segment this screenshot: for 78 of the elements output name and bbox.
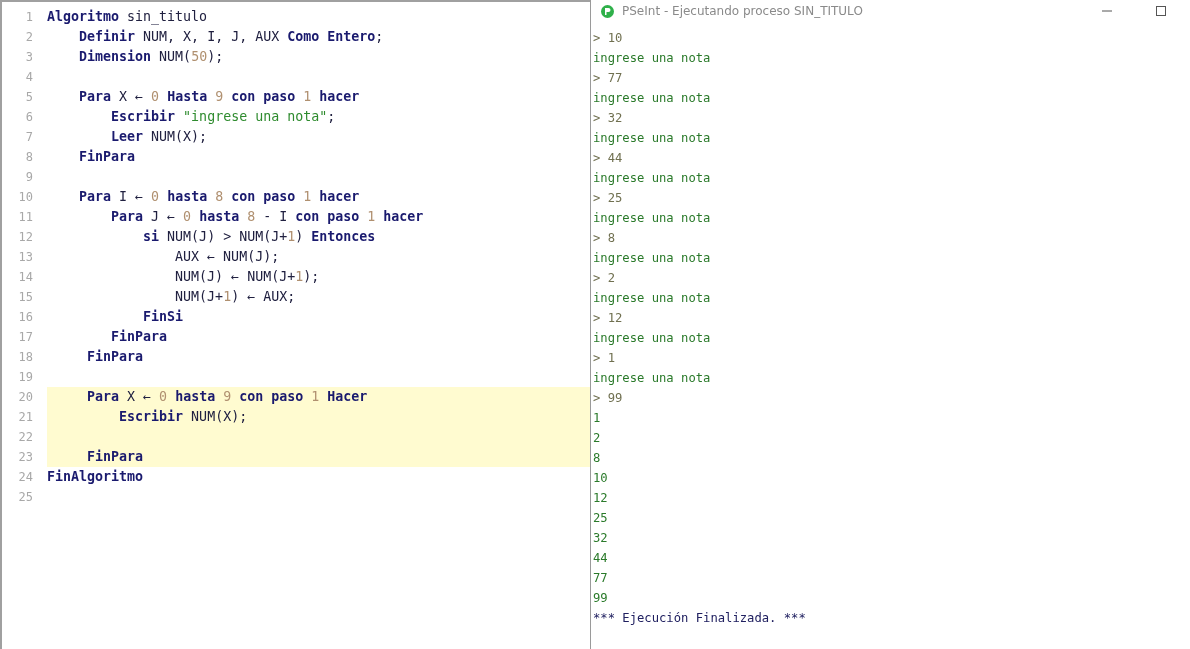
- input-echo: > 77: [593, 71, 623, 85]
- line-number: 15: [17, 290, 34, 304]
- code-line: Escribir NUM(X);: [118, 408, 248, 426]
- line-number: 19: [17, 370, 34, 384]
- line-number: 9: [24, 170, 34, 184]
- input-echo: > 10: [593, 31, 623, 45]
- line-number: 18: [17, 350, 34, 364]
- code-line: Para X ← 0 hasta 9 con paso 1 Hacer: [86, 388, 368, 406]
- output-line: ingrese una nota: [593, 371, 711, 385]
- line-number: 2: [24, 30, 34, 44]
- input-echo: > 99: [593, 391, 623, 405]
- code-line: FinPara: [110, 328, 168, 346]
- line-number: 25: [17, 490, 34, 504]
- code-line: FinAlgoritmo: [47, 468, 144, 486]
- code-line: Leer NUM(X);: [110, 128, 208, 146]
- code-line: si NUM(J) > NUM(J+1) Entonces: [142, 228, 376, 246]
- output-line: ingrese una nota: [593, 291, 711, 305]
- output-line: 32: [593, 531, 608, 545]
- code-line: FinPara: [78, 148, 136, 166]
- status-message: *** Ejecución Finalizada. ***: [593, 611, 806, 625]
- output-line: ingrese una nota: [593, 211, 711, 225]
- output-line: ingrese una nota: [593, 131, 711, 145]
- line-number: 7: [24, 130, 34, 144]
- line-number: 3: [24, 50, 34, 64]
- line-number: 23: [17, 450, 34, 464]
- line-number: 10: [17, 190, 34, 204]
- line-number: 4: [24, 70, 34, 84]
- code-line: Dimension NUM(50);: [78, 48, 224, 66]
- input-echo: > 8: [593, 231, 615, 245]
- code-line: FinPara: [86, 348, 144, 366]
- input-echo: > 25: [593, 191, 623, 205]
- code-line: FinSi: [142, 308, 184, 326]
- input-echo: > 44: [593, 151, 623, 165]
- maximize-icon[interactable]: [1156, 6, 1166, 16]
- line-number: 8: [24, 150, 34, 164]
- line-number: 13: [17, 250, 34, 264]
- line-number: 1: [24, 10, 34, 24]
- code-line: Para J ← 0 hasta 8 - I con paso 1 hacer: [110, 208, 424, 226]
- output-line: ingrese una nota: [593, 91, 711, 105]
- output-line: ingrese una nota: [593, 171, 711, 185]
- code-line: Definir NUM, X, I, J, AUX Como Entero;: [78, 28, 384, 46]
- code-line: AUX ← NUM(J);: [174, 248, 280, 266]
- line-number: 16: [17, 310, 34, 324]
- output-line: 99: [593, 591, 608, 605]
- output-line: ingrese una nota: [593, 51, 711, 65]
- code-line: Para I ← 0 hasta 8 con paso 1 hacer: [78, 188, 360, 206]
- output-line: 77: [593, 571, 608, 585]
- output-line: 10: [593, 471, 608, 485]
- line-number: 12: [17, 230, 34, 244]
- code-line: Escribir "ingrese una nota";: [110, 108, 336, 126]
- line-number: 5: [24, 90, 34, 104]
- output-line: 25: [593, 511, 608, 525]
- input-echo: > 1: [593, 351, 615, 365]
- line-number: 22: [17, 430, 34, 444]
- line-number: 11: [17, 210, 34, 224]
- code-line: NUM(J+1) ← AUX;: [174, 288, 296, 306]
- line-number: 24: [17, 470, 34, 484]
- input-echo: > 12: [593, 311, 623, 325]
- code-line: Algoritmo sin_titulo: [47, 8, 208, 27]
- output-line: 44: [593, 551, 608, 565]
- code-line: Para X ← 0 Hasta 9 con paso 1 hacer: [78, 88, 360, 106]
- output-line: 1: [593, 411, 601, 425]
- line-number: 6: [24, 110, 34, 124]
- window-title: PSeInt - Ejecutando proceso SIN_TITULO: [622, 4, 864, 18]
- output-line: 8: [593, 451, 601, 465]
- input-echo: > 2: [593, 271, 615, 285]
- output-line: 12: [593, 491, 608, 505]
- output-line: 2: [593, 431, 601, 445]
- line-number: 17: [17, 330, 34, 344]
- code-line: FinPara: [86, 448, 144, 466]
- line-number: 21: [17, 410, 34, 424]
- app-logo-icon: [601, 4, 614, 18]
- line-number: 14: [17, 270, 34, 284]
- input-echo: > 32: [593, 111, 623, 125]
- code-line: NUM(J) ← NUM(J+1);: [174, 268, 320, 286]
- line-number: 20: [17, 390, 34, 404]
- output-line: ingrese una nota: [593, 251, 711, 265]
- output-line: ingrese una nota: [593, 331, 711, 345]
